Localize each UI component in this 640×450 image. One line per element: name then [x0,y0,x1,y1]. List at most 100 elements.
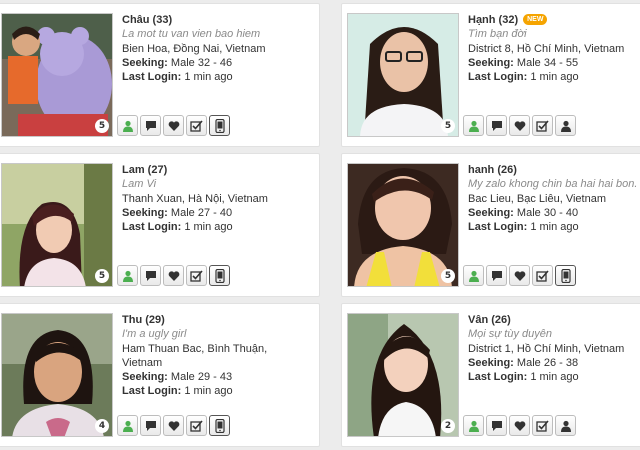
photo-count-badge[interactable]: 5 [441,119,455,133]
member-name[interactable]: Vân (26) [468,313,511,327]
action-bar [117,265,230,286]
last-login-value: 1 min ago [530,71,579,83]
heart-icon [168,270,179,281]
favorite-button[interactable] [163,115,184,136]
view-profile-button[interactable] [117,115,138,136]
seeking-label: Seeking: [122,207,168,219]
photo-count-badge[interactable]: 5 [95,119,109,133]
mobile-button[interactable] [209,115,230,136]
checklist-icon [536,119,549,132]
mobile-icon [560,268,571,283]
favorite-button[interactable] [163,415,184,436]
view-profile-button[interactable] [117,265,138,286]
member-name[interactable]: Châu (33) [122,13,172,27]
member-card[interactable]: 4 Thu (29) I'm a ugly girl Ham Thuan Bac… [0,303,320,447]
heart-icon [514,120,525,131]
checklist-icon [190,119,203,132]
send-message-button[interactable] [486,265,507,286]
last-login-row: Last Login: 1 min ago [468,70,640,84]
shortlist-button[interactable] [532,115,553,136]
seeking-label: Seeking: [122,57,168,69]
profile-icon [122,270,133,282]
favorite-button[interactable] [509,265,530,286]
seeking-row: Seeking: Male 34 - 55 [468,56,640,70]
seeking-row: Seeking: Male 26 - 38 [468,356,640,370]
member-tagline: La mot tu van vien bao hiem [122,28,261,40]
member-photo[interactable]: 5 [1,13,113,137]
member-card[interactable]: 5 hanh (26) My zalo khong chin ba hai ha… [341,153,640,297]
action-bar [117,115,230,136]
action-bar [463,115,576,136]
view-profile-button[interactable] [463,265,484,286]
member-name[interactable]: Hạnh (32) [468,13,518,27]
action-bar [463,415,576,436]
shortlist-button[interactable] [186,415,207,436]
seeking-label: Seeking: [468,357,514,369]
seeking-value: Male 29 - 43 [170,371,233,383]
send-message-button[interactable] [140,265,161,286]
photo-count-badge[interactable]: 4 [95,419,109,433]
user-dark-icon [560,120,571,132]
shortlist-button[interactable] [532,415,553,436]
favorite-button[interactable] [509,415,530,436]
shortlist-button[interactable] [532,265,553,286]
seeking-row: Seeking: Male 30 - 40 [468,206,640,220]
last-login-label: Last Login: [468,71,528,83]
member-card[interactable]: 5 Hạnh (32) NEW Tìm bạn đời District 8, … [341,3,640,147]
send-message-button[interactable] [140,415,161,436]
seeking-value: Male 27 - 40 [170,207,233,219]
member-photo[interactable]: 5 [347,163,459,287]
seeking-label: Seeking: [468,57,514,69]
message-icon [145,270,156,281]
member-photo[interactable]: 4 [1,313,113,437]
last-login-label: Last Login: [468,371,528,383]
member-tagline: Mọi sự tùy duyên [468,328,553,340]
shortlist-button[interactable] [186,115,207,136]
last-login-value: 1 min ago [530,221,579,233]
member-tagline: Tìm bạn đời [468,28,527,40]
mobile-icon [214,118,225,133]
member-photo[interactable]: 5 [1,163,113,287]
favorite-button[interactable] [163,265,184,286]
profile-icon [122,120,133,132]
view-profile-button[interactable] [463,415,484,436]
photo-count-badge[interactable]: 2 [441,419,455,433]
member-photo[interactable]: 5 [347,13,459,137]
member-photo[interactable]: 2 [347,313,459,437]
member-name[interactable]: hanh (26) [468,163,517,177]
favorite-button[interactable] [509,115,530,136]
mobile-button[interactable] [209,415,230,436]
member-tagline: Lam Vi [122,178,157,190]
send-message-button[interactable] [486,415,507,436]
member-tagline: My zalo khong chin ba hai hai bon. [468,178,638,190]
send-message-button[interactable] [140,115,161,136]
member-card[interactable]: 5 Châu (33) La mot tu van vien bao hiem … [0,3,320,147]
photo-count-badge[interactable]: 5 [95,269,109,283]
action-bar [117,415,230,436]
view-profile-button[interactable] [117,415,138,436]
checklist-icon [190,269,203,282]
last-login-row: Last Login: 1 min ago [468,370,640,384]
seeking-value: Male 34 - 55 [516,57,579,69]
last-login-label: Last Login: [122,385,182,397]
message-icon [145,120,156,131]
profile-icon [468,120,479,132]
member-location: District 1, Hồ Chí Minh, Vietnam [468,343,625,355]
shortlist-button[interactable] [186,265,207,286]
member-card[interactable]: 2 Vân (26) Mọi sự tùy duyên District 1, … [341,303,640,447]
seeking-label: Seeking: [122,371,168,383]
member-name[interactable]: Lam (27) [122,163,167,177]
member-name[interactable]: Thu (29) [122,313,165,327]
action-bar [463,265,576,286]
last-login-label: Last Login: [122,221,182,233]
user-button[interactable] [555,115,576,136]
send-message-button[interactable] [486,115,507,136]
mobile-button[interactable] [555,265,576,286]
mobile-button[interactable] [209,265,230,286]
member-card[interactable]: 5 Lam (27) Lam Vi Thanh Xuan, Hà Nội, Vi… [0,153,320,297]
member-location: Bac Lieu, Bạc Liêu, Vietnam [468,193,606,205]
photo-count-badge[interactable]: 5 [441,269,455,283]
message-icon [145,420,156,431]
user-button[interactable] [555,415,576,436]
view-profile-button[interactable] [463,115,484,136]
